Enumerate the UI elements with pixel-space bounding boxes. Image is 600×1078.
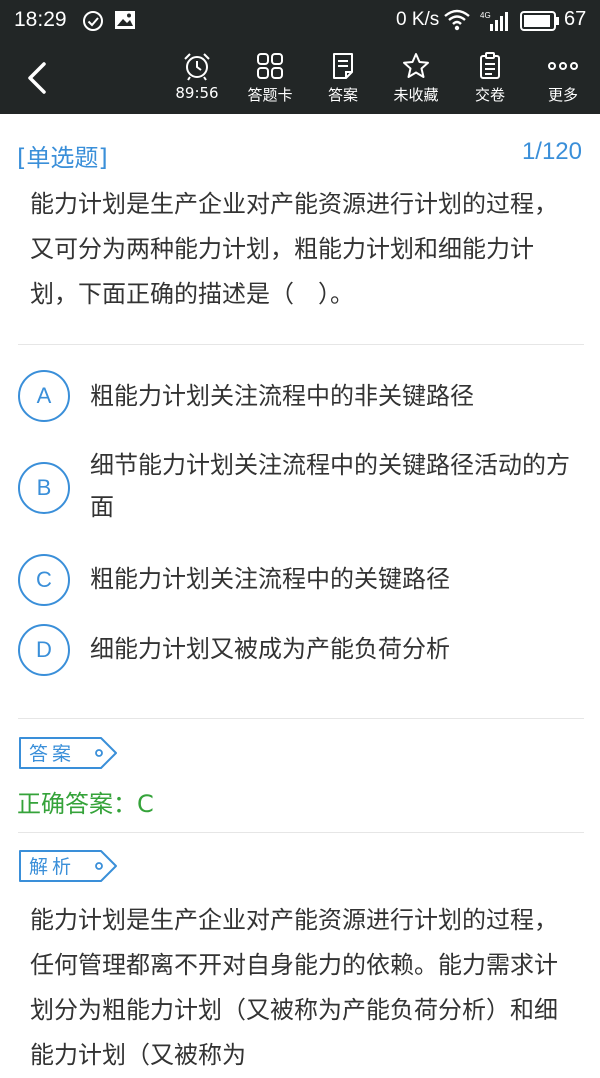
divider	[18, 832, 584, 833]
analysis-text: 能力计划是生产企业对产能资源进行计划的过程，任何管理都离不开对自身能力的依赖。能…	[30, 906, 558, 1069]
favorite-label: 未收藏	[393, 86, 439, 104]
option-b-text: 细节能力计划关注流程中的关键路径活动的方面	[90, 451, 570, 521]
option-a-letter: A	[18, 370, 70, 422]
more-dots-icon	[548, 62, 578, 70]
exam-toolbar: 89:56 答题卡 答案 未收藏 交卷 更多	[0, 42, 600, 114]
option-b[interactable]: B 细节能力计划关注流程中的关键路径活动的方面	[18, 444, 578, 532]
option-d-text: 细能力计划又被成为产能负荷分析	[90, 635, 450, 663]
option-a[interactable]: A 粗能力计划关注流程中的非关键路径	[18, 370, 578, 422]
answer-tag-label: 答案	[29, 743, 76, 765]
wifi-icon	[444, 9, 470, 36]
timer-button[interactable]: 89:56	[164, 48, 230, 110]
show-answer-button[interactable]: 答案	[310, 48, 376, 110]
answer-tag: 答案	[17, 736, 119, 770]
option-c[interactable]: C 粗能力计划关注流程中的关键路径	[18, 554, 578, 606]
answer-sheet-button[interactable]: 答题卡	[237, 48, 303, 110]
correct-answer: 正确答案：C	[17, 790, 154, 818]
more-label: 更多	[547, 86, 578, 104]
battery-icon	[520, 11, 560, 36]
network-speed: 0 K/s	[396, 9, 440, 30]
submit-exam-button[interactable]: 交卷	[457, 48, 523, 110]
star-icon	[403, 53, 429, 78]
option-c-text: 粗能力计划关注流程中的关键路径	[90, 565, 450, 593]
timer-label: 89:56	[175, 84, 219, 102]
option-a-text: 粗能力计划关注流程中的非关键路径	[90, 382, 474, 410]
option-b-letter: B	[18, 462, 70, 514]
status-bar: 18:29 0 K/s 4G 67	[0, 0, 600, 42]
back-button[interactable]	[22, 60, 54, 96]
alarm-clock-icon	[184, 53, 210, 81]
question-counter: 1/120	[521, 138, 582, 165]
option-d-letter: D	[18, 624, 70, 676]
answer-sheet-label: 答题卡	[247, 86, 293, 104]
option-d[interactable]: D 细能力计划又被成为产能负荷分析	[18, 624, 578, 676]
analysis-tag: 解析	[17, 849, 119, 883]
status-time: 18:29	[14, 8, 67, 31]
option-c-letter: C	[18, 554, 70, 606]
svg-text:4G: 4G	[480, 11, 491, 20]
favorite-button[interactable]: 未收藏	[383, 48, 449, 110]
divider	[18, 344, 584, 345]
submit-exam-label: 交卷	[474, 86, 505, 104]
question-type: [单选题]	[17, 144, 108, 172]
chevron-left-icon	[28, 62, 46, 94]
question-text: 能力计划是生产企业对产能资源进行计划的过程，又可分为两种能力计划，粗能力计划和细…	[30, 190, 558, 308]
clipboard-icon	[480, 52, 500, 79]
show-answer-label: 答案	[327, 86, 358, 104]
grid-icon	[257, 53, 283, 79]
analysis-tag-label: 解析	[29, 856, 76, 878]
check-circle-icon	[82, 10, 104, 37]
cellular-signal-icon: 4G	[480, 10, 510, 37]
more-button[interactable]: 更多	[530, 48, 596, 110]
image-icon	[114, 10, 136, 35]
divider	[18, 718, 584, 719]
document-icon	[333, 53, 353, 79]
battery-level: 67	[564, 8, 587, 30]
